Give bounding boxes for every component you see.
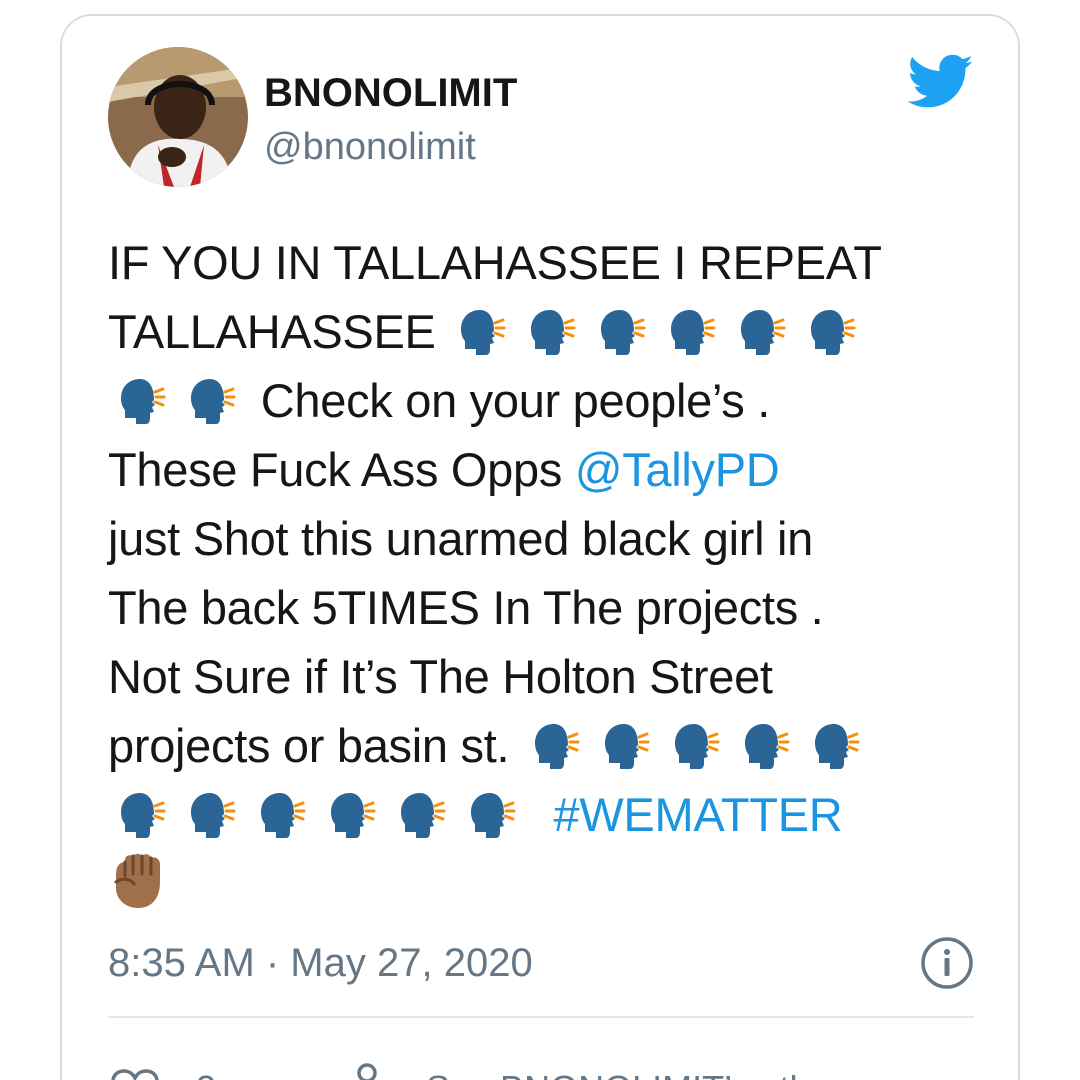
tweet-card: BNONOLIMIT @bnonolimit IF YOU IN TALLAHA… [60, 14, 1020, 1080]
tweet-line-1: IF YOU IN TALLAHASSEE I REPEAT [108, 228, 988, 297]
speaking-head-emoji [178, 791, 246, 841]
tweet-text-segment: Check on your people’s . [260, 374, 771, 427]
tweet-line-7: Not Sure if It’s The Holton Street [108, 642, 988, 711]
tweet-line-10 [108, 849, 988, 918]
speaking-head-emoji [802, 722, 870, 772]
avatar[interactable] [108, 47, 248, 187]
divider [108, 1016, 974, 1018]
speaking-head-emoji [658, 308, 726, 358]
speaking-head-emoji [592, 722, 660, 772]
tweet-line-4: These Fuck Ass Opps @TallyPD [108, 435, 988, 504]
speaking-head-emoji [248, 791, 316, 841]
tweet-line-3: Check on your people’s . [108, 366, 988, 435]
speaking-head-emoji [448, 308, 516, 358]
tweet-text-segment: TALLAHASSEE [108, 305, 436, 358]
speaking-head-emoji [388, 791, 456, 841]
tweet-line-9: #WEMATTER [108, 780, 988, 849]
tweet-text-segment: just Shot this unarmed black girl in [108, 512, 813, 565]
tweet-line-6: The back 5TIMES In The projects . [108, 573, 988, 642]
speaking-head-emoji-run [448, 305, 868, 358]
speaking-head-emoji [798, 308, 866, 358]
speaking-head-emoji [588, 308, 656, 358]
tweet-text-segment: The back 5TIMES In The projects . [108, 581, 824, 634]
speaking-head-emoji [318, 791, 386, 841]
like-count: 3 [196, 1068, 216, 1080]
see-other-tweets-link[interactable]: See BNONOLIMIT’s other [426, 1068, 841, 1080]
tweet-text-segment: IF YOU IN TALLAHASSEE I REPEAT [108, 236, 882, 289]
speaking-head-emoji [518, 308, 586, 358]
tweet-text-segment: Not Sure if It’s The Holton Street [108, 650, 773, 703]
info-icon[interactable] [920, 936, 974, 990]
hashtag-link[interactable]: #WEMATTER [554, 788, 843, 841]
speaking-head-emoji [108, 377, 176, 427]
user-handle[interactable]: @bnonolimit [264, 126, 476, 169]
tweet-actions: 3 See BNONOLIMIT’s other [108, 1056, 988, 1080]
speaking-head-emoji [458, 791, 526, 841]
speaking-head-emoji [522, 722, 590, 772]
tweet-line-5: just Shot this unarmed black girl in [108, 504, 988, 573]
speaking-head-emoji [662, 722, 730, 772]
tweet-text-segment: projects or basin st. [108, 719, 510, 772]
twitter-bird-icon[interactable] [907, 54, 974, 110]
tweet-timestamp[interactable]: 8:35 AM · May 27, 2020 [108, 941, 533, 986]
tweet-line-2: TALLAHASSEE [108, 297, 988, 366]
display-name[interactable]: BNONOLIMIT [264, 71, 517, 116]
speaking-head-emoji [178, 377, 246, 427]
raised-fist-emoji [108, 852, 172, 910]
person-icon[interactable] [350, 1062, 384, 1080]
heart-icon[interactable] [110, 1068, 160, 1080]
speaking-head-emoji [728, 308, 796, 358]
tweet-text: IF YOU IN TALLAHASSEE I REPEAT TALLAHASS… [108, 228, 988, 918]
mention-link[interactable]: @TallyPD [575, 443, 780, 496]
tweet-line-8: projects or basin st. [108, 711, 988, 780]
speaking-head-emoji [732, 722, 800, 772]
speaking-head-emoji [108, 791, 176, 841]
tweet-text-segment: These Fuck Ass Opps [108, 443, 563, 496]
